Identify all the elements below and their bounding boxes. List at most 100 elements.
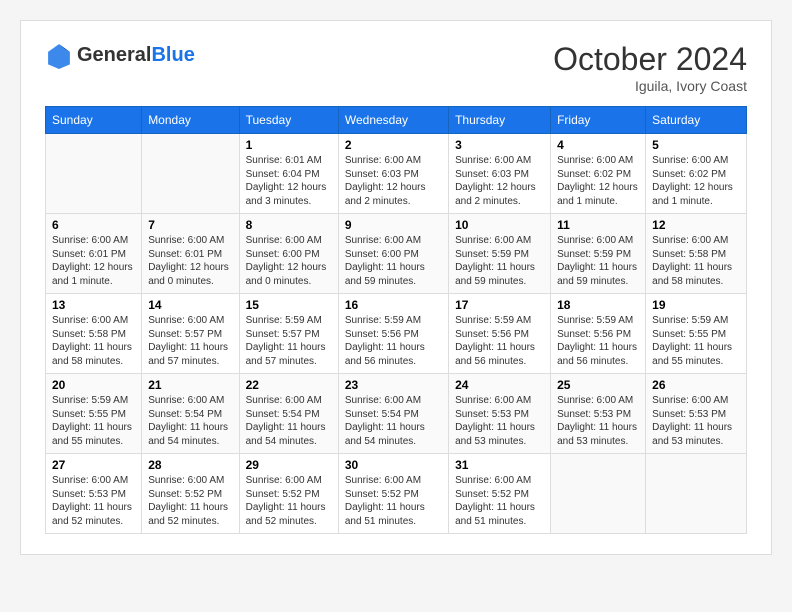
header-day-monday: Monday (142, 107, 239, 134)
day-number: 21 (148, 378, 232, 392)
day-number: 9 (345, 218, 442, 232)
header-day-wednesday: Wednesday (338, 107, 448, 134)
calendar-cell: 27Sunrise: 6:00 AM Sunset: 5:53 PM Dayli… (46, 454, 142, 534)
day-detail: Sunrise: 6:00 AM Sunset: 6:00 PM Dayligh… (246, 234, 332, 288)
day-number: 11 (557, 218, 639, 232)
day-detail: Sunrise: 6:00 AM Sunset: 5:52 PM Dayligh… (455, 474, 544, 528)
day-number: 14 (148, 298, 232, 312)
day-detail: Sunrise: 6:00 AM Sunset: 5:59 PM Dayligh… (557, 234, 639, 288)
day-number: 8 (246, 218, 332, 232)
day-number: 27 (52, 458, 135, 472)
day-detail: Sunrise: 5:59 AM Sunset: 5:56 PM Dayligh… (455, 314, 544, 368)
day-detail: Sunrise: 6:00 AM Sunset: 5:54 PM Dayligh… (148, 394, 232, 448)
logo-text2: Blue (151, 44, 194, 66)
calendar-cell: 22 Sunrise: 6:00 AM Sunset: 5:54 PM Dayli… (239, 374, 338, 454)
calendar-cell: 4 Sunrise: 6:00 AM Sunset: 6:02 PM Daylig… (551, 134, 646, 214)
day-number: 29 (246, 458, 332, 472)
header-day-tuesday: Tuesday (239, 107, 338, 134)
day-detail: Sunrise: 6:00 AM Sunset: 6:02 PM Dayligh… (557, 154, 639, 208)
calendar-cell: 18 Sunrise: 5:59 AM Sunset: 5:56 PM Dayli… (551, 294, 646, 374)
calendar-cell: 24Sunrise: 6:00 AM Sunset: 5:53 PM Dayli… (449, 374, 551, 454)
week-row-3: 13Sunrise: 6:00 AM Sunset: 5:58 PM Dayli… (46, 294, 747, 374)
day-number: 1 (246, 138, 332, 152)
header-day-friday: Friday (551, 107, 646, 134)
calendar-cell: 7Sunrise: 6:00 AM Sunset: 6:01 PM Daylig… (142, 214, 239, 294)
calendar-cell: 25 Sunrise: 6:00 AM Sunset: 5:53 PM Dayli… (551, 374, 646, 454)
calendar-cell: 23 Sunrise: 6:00 AM Sunset: 5:54 PM Dayli… (338, 374, 448, 454)
calendar-cell: 11 Sunrise: 6:00 AM Sunset: 5:59 PM Dayli… (551, 214, 646, 294)
day-detail: Sunrise: 5:59 AM Sunset: 5:56 PM Dayligh… (557, 314, 639, 368)
day-detail: Sunrise: 6:00 AM Sunset: 6:01 PM Dayligh… (148, 234, 232, 288)
calendar-cell: 26Sunrise: 6:00 AM Sunset: 5:53 PM Dayli… (646, 374, 747, 454)
calendar-cell: 15 Sunrise: 5:59 AM Sunset: 5:57 PM Dayli… (239, 294, 338, 374)
calendar-cell: 14Sunrise: 6:00 AM Sunset: 5:57 PM Dayli… (142, 294, 239, 374)
calendar-cell: 2Sunrise: 6:00 AM Sunset: 6:03 PM Daylig… (338, 134, 448, 214)
calendar-cell: 31 Sunrise: 6:00 AM Sunset: 5:52 PM Dayli… (449, 454, 551, 534)
day-detail: Sunrise: 6:00 AM Sunset: 5:53 PM Dayligh… (557, 394, 639, 448)
header-row: SundayMondayTuesdayWednesdayThursdayFrid… (46, 107, 747, 134)
day-detail: Sunrise: 6:01 AM Sunset: 6:04 PM Dayligh… (246, 154, 332, 208)
day-detail: Sunrise: 5:59 AM Sunset: 5:55 PM Dayligh… (652, 314, 740, 368)
day-number: 17 (455, 298, 544, 312)
day-detail: Sunrise: 6:00 AM Sunset: 6:01 PM Dayligh… (52, 234, 135, 288)
calendar-cell: 10Sunrise: 6:00 AM Sunset: 5:59 PM Dayli… (449, 214, 551, 294)
day-number: 28 (148, 458, 232, 472)
calendar-cell (551, 454, 646, 534)
day-detail: Sunrise: 5:59 AM Sunset: 5:55 PM Dayligh… (52, 394, 135, 448)
day-detail: Sunrise: 6:00 AM Sunset: 5:52 PM Dayligh… (148, 474, 232, 528)
day-detail: Sunrise: 5:59 AM Sunset: 5:56 PM Dayligh… (345, 314, 442, 368)
day-detail: Sunrise: 6:00 AM Sunset: 5:53 PM Dayligh… (652, 394, 740, 448)
day-number: 12 (652, 218, 740, 232)
calendar-cell: 21 Sunrise: 6:00 AM Sunset: 5:54 PM Dayli… (142, 374, 239, 454)
logo-text1: General (77, 44, 151, 66)
header-day-thursday: Thursday (449, 107, 551, 134)
day-number: 25 (557, 378, 639, 392)
location-subtitle: Iguila, Ivory Coast (553, 78, 747, 94)
day-detail: Sunrise: 6:00 AM Sunset: 6:03 PM Dayligh… (345, 154, 442, 208)
calendar-cell: 30 Sunrise: 6:00 AM Sunset: 5:52 PM Dayli… (338, 454, 448, 534)
day-number: 22 (246, 378, 332, 392)
calendar-cell: 16 Sunrise: 5:59 AM Sunset: 5:56 PM Dayli… (338, 294, 448, 374)
day-number: 4 (557, 138, 639, 152)
day-detail: Sunrise: 6:00 AM Sunset: 5:58 PM Dayligh… (52, 314, 135, 368)
day-detail: Sunrise: 6:00 AM Sunset: 5:54 PM Dayligh… (246, 394, 332, 448)
day-number: 18 (557, 298, 639, 312)
day-number: 30 (345, 458, 442, 472)
day-number: 20 (52, 378, 135, 392)
title-block: October 2024 Iguila, Ivory Coast (553, 41, 747, 94)
logo-icon (45, 41, 73, 69)
calendar-cell: 19 Sunrise: 5:59 AM Sunset: 5:55 PM Dayli… (646, 294, 747, 374)
day-detail: Sunrise: 6:00 AM Sunset: 5:52 PM Dayligh… (246, 474, 332, 528)
calendar-page: GeneralBlue October 2024 Iguila, Ivory C… (20, 20, 772, 555)
day-number: 15 (246, 298, 332, 312)
header: GeneralBlue October 2024 Iguila, Ivory C… (45, 41, 747, 94)
day-number: 19 (652, 298, 740, 312)
month-title: October 2024 (553, 41, 747, 78)
day-detail: Sunrise: 6:00 AM Sunset: 5:58 PM Dayligh… (652, 234, 740, 288)
calendar-cell: 12 Sunrise: 6:00 AM Sunset: 5:58 PM Dayli… (646, 214, 747, 294)
day-number: 5 (652, 138, 740, 152)
logo: GeneralBlue (45, 41, 195, 69)
logo-text: GeneralBlue (77, 44, 195, 66)
day-detail: Sunrise: 6:00 AM Sunset: 5:59 PM Dayligh… (455, 234, 544, 288)
calendar-cell (142, 134, 239, 214)
day-detail: Sunrise: 5:59 AM Sunset: 5:57 PM Dayligh… (246, 314, 332, 368)
calendar-body: 1 Sunrise: 6:01 AM Sunset: 6:04 PM Daylig… (46, 134, 747, 534)
day-detail: Sunrise: 6:00 AM Sunset: 5:54 PM Dayligh… (345, 394, 442, 448)
day-number: 6 (52, 218, 135, 232)
calendar-cell: 17 Sunrise: 5:59 AM Sunset: 5:56 PM Dayli… (449, 294, 551, 374)
week-row-1: 1 Sunrise: 6:01 AM Sunset: 6:04 PM Daylig… (46, 134, 747, 214)
calendar-cell: 20 Sunrise: 5:59 AM Sunset: 5:55 PM Dayli… (46, 374, 142, 454)
week-row-5: 27Sunrise: 6:00 AM Sunset: 5:53 PM Dayli… (46, 454, 747, 534)
calendar-cell (646, 454, 747, 534)
day-detail: Sunrise: 6:00 AM Sunset: 6:00 PM Dayligh… (345, 234, 442, 288)
day-detail: Sunrise: 6:00 AM Sunset: 5:52 PM Dayligh… (345, 474, 442, 528)
calendar-cell: 1 Sunrise: 6:01 AM Sunset: 6:04 PM Daylig… (239, 134, 338, 214)
week-row-2: 6 Sunrise: 6:00 AM Sunset: 6:01 PM Daylig… (46, 214, 747, 294)
day-number: 31 (455, 458, 544, 472)
day-detail: Sunrise: 6:00 AM Sunset: 6:02 PM Dayligh… (652, 154, 740, 208)
calendar-cell (46, 134, 142, 214)
day-number: 23 (345, 378, 442, 392)
day-number: 16 (345, 298, 442, 312)
calendar-cell: 5 Sunrise: 6:00 AM Sunset: 6:02 PM Daylig… (646, 134, 747, 214)
